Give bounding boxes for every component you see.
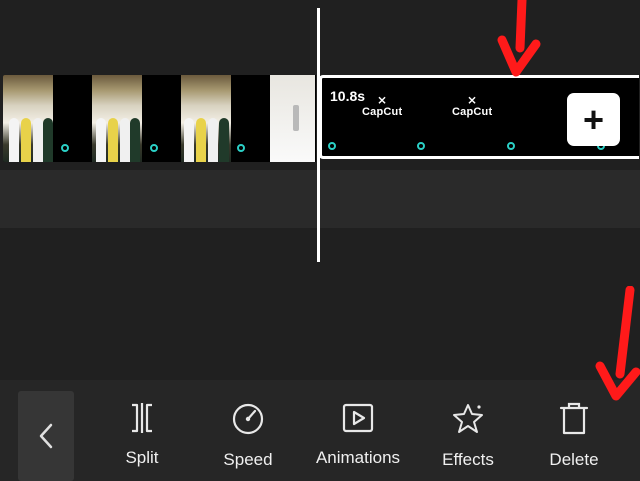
delete-button[interactable]: Delete xyxy=(528,402,620,470)
back-button[interactable]: < xyxy=(18,391,74,481)
capcut-logo-icon: ⨯ xyxy=(377,93,388,107)
delete-icon xyxy=(559,402,589,435)
bottom-toolbar: < Split Speed Animations xyxy=(0,380,640,481)
clip-frame-thumbnail xyxy=(92,75,142,162)
speed-icon xyxy=(232,403,264,435)
clip-frame-thumbnail xyxy=(181,75,231,162)
capcut-logo-icon: ⨯ xyxy=(467,93,478,107)
keyframe-dot-icon xyxy=(61,144,69,152)
keyframe-dot-icon xyxy=(417,142,425,150)
add-clip-button[interactable]: + xyxy=(567,93,620,146)
animations-icon xyxy=(342,403,374,433)
trim-handle[interactable] xyxy=(293,105,299,131)
keyframe-dot-icon xyxy=(328,142,336,150)
split-label: Split xyxy=(125,448,159,467)
video-clip-thumbnails[interactable] xyxy=(3,75,316,162)
clip-duration-label: 10.8s xyxy=(330,88,366,104)
clip-gap xyxy=(231,75,270,162)
clip-frame-thumbnail xyxy=(3,75,53,162)
animations-button[interactable]: Animations xyxy=(312,402,404,468)
selected-video-clip[interactable]: 10.8s ⨯ CapCut ⨯ CapCut + xyxy=(319,75,639,159)
capcut-watermark: ⨯ CapCut xyxy=(452,94,492,118)
clip-gap xyxy=(53,75,92,162)
annotation-arrow-icon xyxy=(497,0,541,77)
playhead[interactable] xyxy=(317,8,320,262)
keyframe-dot-icon xyxy=(507,142,515,150)
plus-icon: + xyxy=(582,98,605,140)
effects-icon xyxy=(453,404,483,433)
speed-button[interactable]: Speed xyxy=(202,402,294,470)
watermark-text: CapCut xyxy=(362,106,403,118)
split-button[interactable]: Split xyxy=(96,402,188,468)
clip-trim-area[interactable] xyxy=(270,75,315,162)
chevron-left-icon xyxy=(39,423,53,449)
capcut-watermark: ⨯ CapCut xyxy=(362,94,402,118)
animations-label: Animations xyxy=(315,448,401,467)
keyframe-dot-icon xyxy=(150,144,158,152)
clip-gap xyxy=(142,75,181,162)
delete-label: Delete xyxy=(549,450,599,469)
timeline-track-band xyxy=(0,170,640,228)
speed-label: Speed xyxy=(223,450,273,469)
split-icon xyxy=(132,403,152,433)
effects-label: Effects xyxy=(442,450,494,469)
keyframe-dot-icon xyxy=(237,144,245,152)
effects-button[interactable]: Effects xyxy=(422,402,514,470)
watermark-text: CapCut xyxy=(452,106,493,118)
